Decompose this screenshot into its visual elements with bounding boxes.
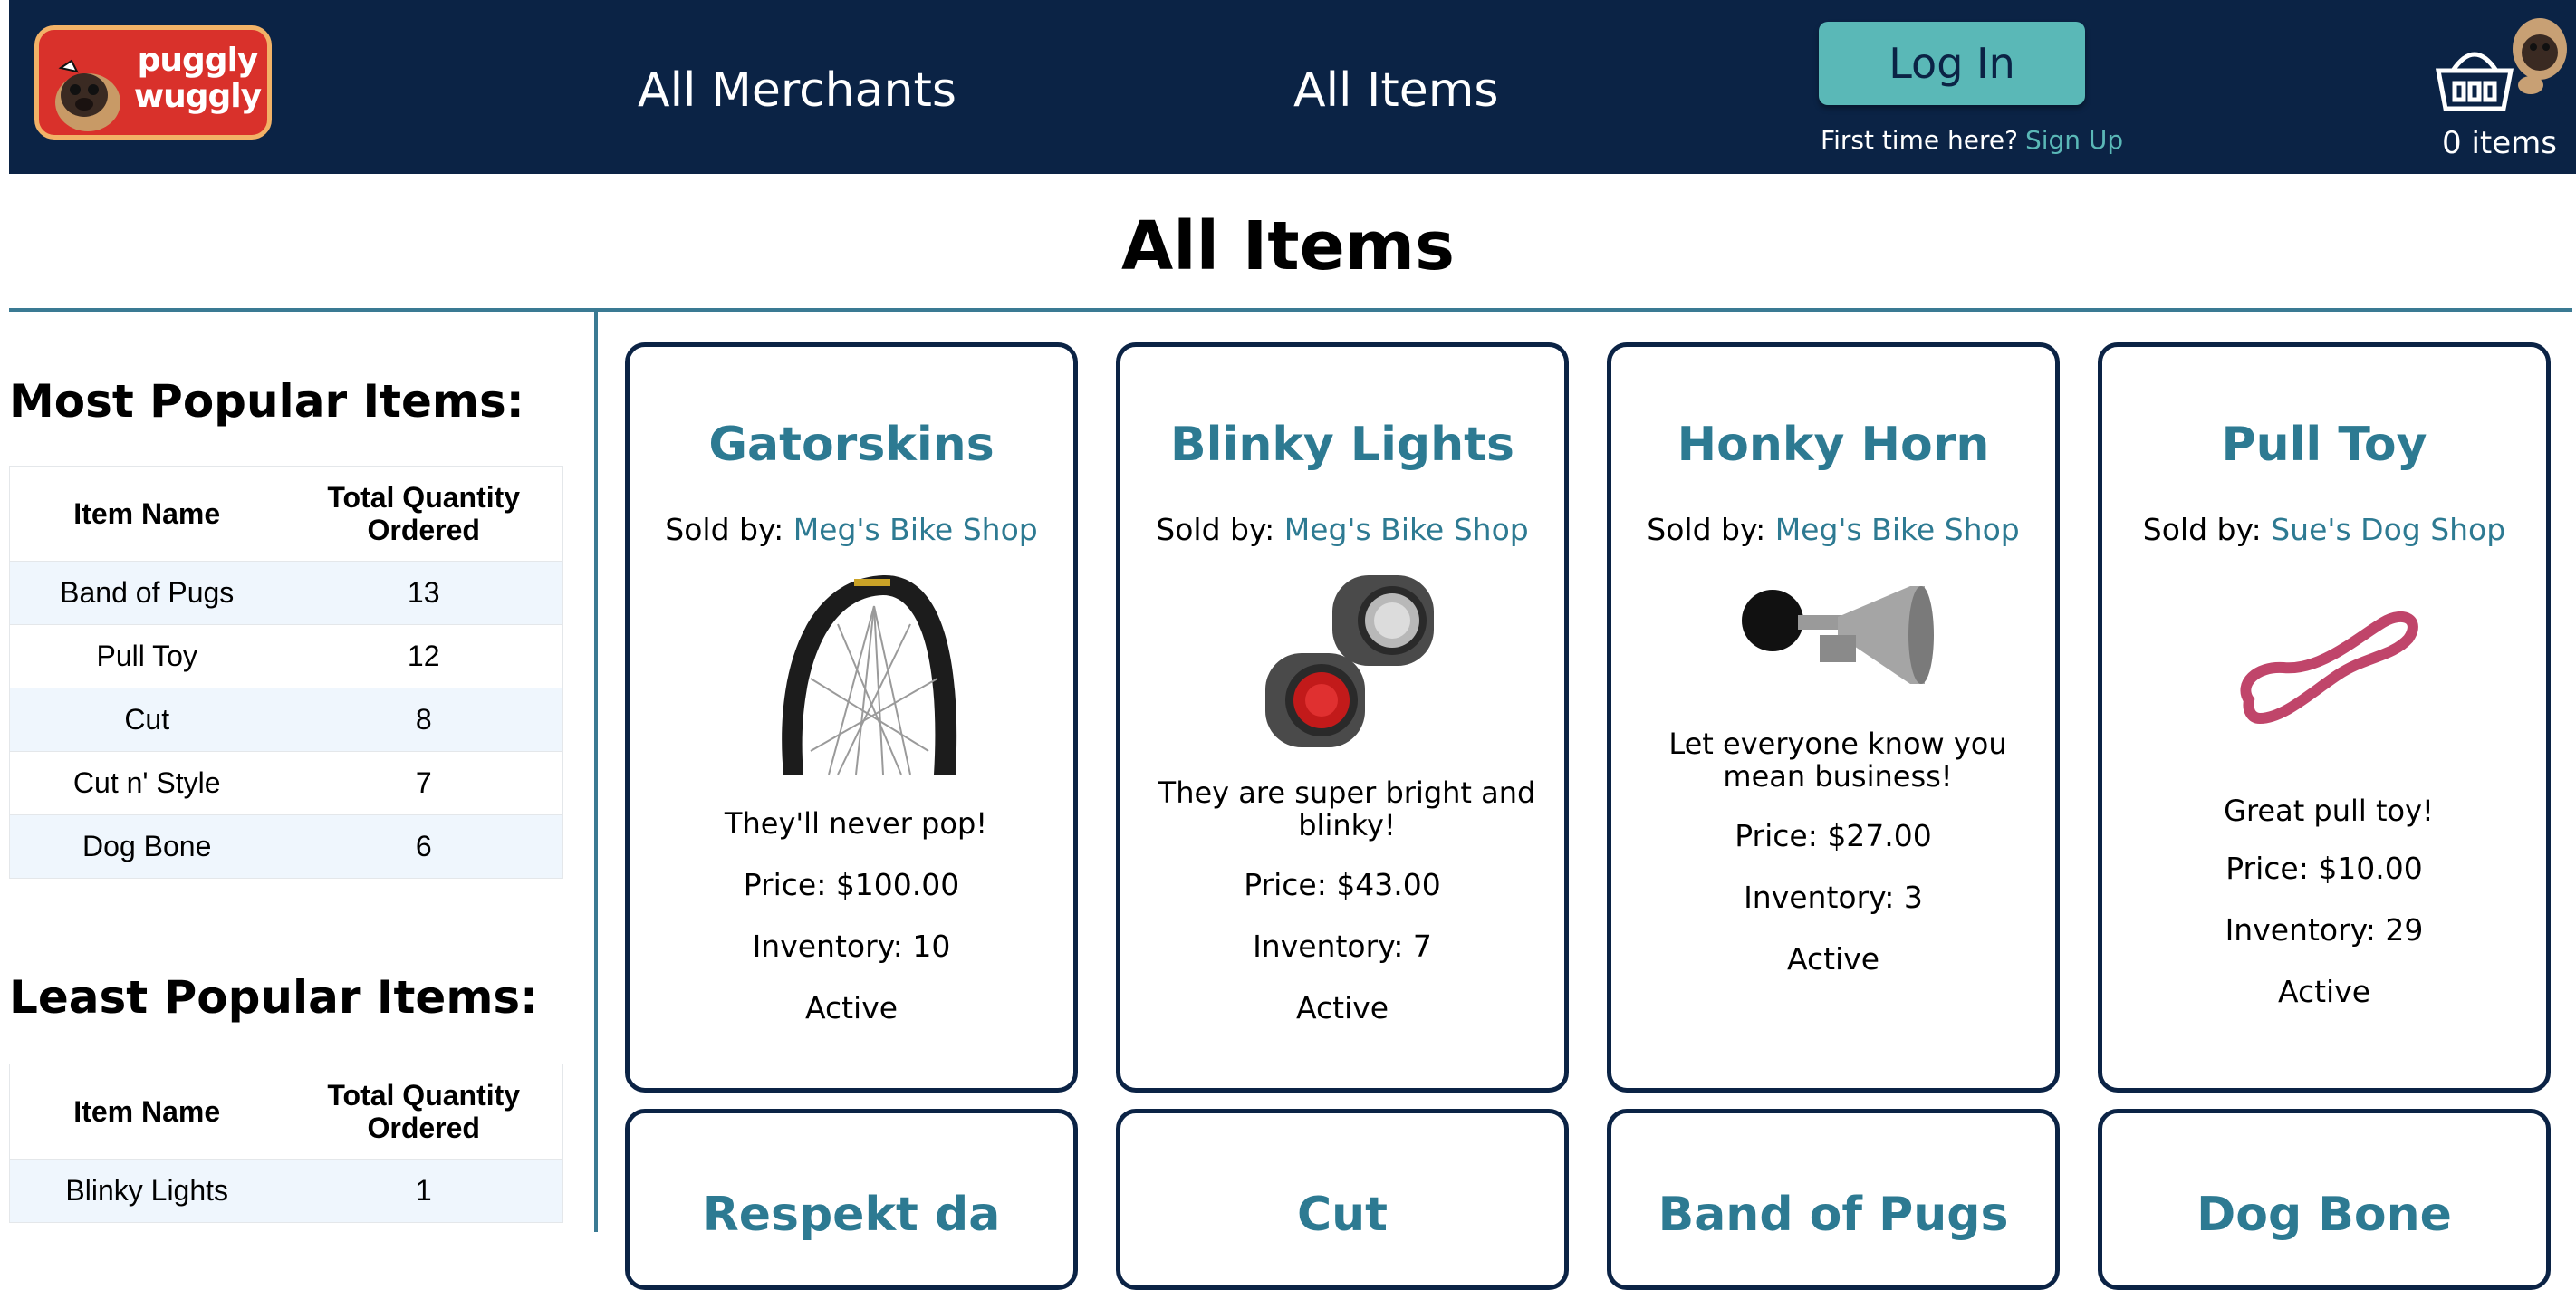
item-name-cell: Pull Toy [8,624,285,688]
quantity-cell: 12 [284,624,563,688]
logo-line-1: puggly [137,42,259,79]
sold-by-line: Sold by: Sue's Dog Shop [2102,512,2546,548]
item-inventory: Inventory: 10 [752,929,951,964]
item-price: Price: $10.00 [2225,851,2423,886]
item-name-link[interactable]: Respekt da [630,1186,1073,1244]
quantity-cell: 1 [284,1159,563,1223]
least-popular-heading: Least Popular Items: [9,971,539,1024]
item-card: Respekt da [625,1109,1078,1290]
least-popular-table: Item Name Total Quantity Ordered Blinky … [8,1064,563,1223]
log-in-button[interactable]: Log In [1819,22,2085,105]
item-name-cell: Band of Pugs [8,561,285,625]
column-header-item-name: Item Name [8,1064,285,1160]
item-name-cell: Cut n' Style [8,751,285,815]
item-price: Price: $100.00 [743,867,960,902]
bike-lights-image [1265,575,1434,747]
first-time-text: First time here? [1821,125,2018,155]
item-price: Price: $43.00 [1244,867,1441,902]
sold-by-label: Sold by: [1156,512,1275,547]
table-header-row: Item Name Total Quantity Ordered [8,466,563,562]
column-header-total-quantity: Total Quantity Ordered [284,466,563,562]
item-description: Great pull toy! [2224,794,2434,828]
table-row: Cut n' Style 7 [8,751,563,815]
title-divider [9,308,2572,312]
table-row: Pull Toy 12 [8,624,563,688]
item-card: Honky Horn Sold by: Meg's Bike Shop Let … [1607,342,2060,1093]
item-name-cell: Cut [8,688,285,752]
most-popular-heading: Most Popular Items: [9,375,524,428]
item-name-link[interactable]: Band of Pugs [1611,1186,2055,1244]
quantity-cell: 6 [284,814,563,879]
item-name-link[interactable]: Honky Horn [1611,416,2055,474]
table-row: Blinky Lights 1 [8,1159,563,1223]
puggly-wuggly-logo[interactable]: puggly wuggly [34,25,272,140]
merchant-link[interactable]: Meg's Bike Shop [793,512,1038,547]
sold-by-line: Sold by: Meg's Bike Shop [1120,512,1564,548]
merchant-link[interactable]: Meg's Bike Shop [1284,512,1529,547]
item-inventory: Inventory: 3 [1744,880,1923,915]
item-name-cell: Blinky Lights [8,1159,285,1223]
page-title: All Items [1120,207,1455,285]
item-name-link[interactable]: Gatorskins [630,416,1073,474]
item-inventory: Inventory: 29 [2225,912,2424,948]
merchant-link[interactable]: Sue's Dog Shop [2271,512,2505,547]
quantity-cell: 8 [284,688,563,752]
logo-text: puggly wuggly [130,43,265,115]
sold-by-label: Sold by: [665,512,784,547]
quantity-cell: 13 [284,561,563,625]
item-description: Let everyone know you mean business! [1668,727,2007,794]
item-status: Active [2277,974,2371,1009]
table-row: Cut 8 [8,688,563,752]
table-row: Band of Pugs 13 [8,561,563,625]
item-status: Active [1786,941,1880,977]
bike-horn-image [1742,586,1934,684]
column-header-item-name: Item Name [8,466,285,562]
sold-by-line: Sold by: Meg's Bike Shop [1611,512,2055,548]
item-name-link[interactable]: Dog Bone [2102,1186,2546,1244]
sold-by-label: Sold by: [2142,512,2262,547]
cart-basket-icon[interactable] [2433,7,2576,116]
column-header-total-quantity: Total Quantity Ordered [284,1064,563,1160]
first-time-prompt: First time here? Sign Up [1821,125,2123,155]
item-status: Active [1295,990,1389,1025]
item-card: Dog Bone [2098,1109,2551,1290]
item-description: They'll never pop! [724,806,988,841]
item-card: Cut [1116,1109,1569,1290]
sidebar-divider [594,312,598,1232]
item-price: Price: $27.00 [1735,818,1932,853]
nav-all-items-link[interactable]: All Items [1293,62,1498,120]
item-name-link[interactable]: Pull Toy [2102,416,2546,474]
item-inventory: Inventory: 7 [1253,929,1432,964]
item-name-link[interactable]: Blinky Lights [1120,416,1564,474]
merchant-link[interactable]: Meg's Bike Shop [1775,512,2020,547]
item-card: Pull Toy Sold by: Sue's Dog Shop Great p… [2098,342,2551,1093]
cart-item-count: 0 items [2442,125,2557,161]
item-name-cell: Dog Bone [8,814,285,879]
nav-all-merchants-link[interactable]: All Merchants [638,62,956,120]
quantity-cell: 7 [284,751,563,815]
item-description: They are super bright and blinky! [1158,775,1536,842]
sold-by-label: Sold by: [1647,512,1766,547]
table-header-row: Item Name Total Quantity Ordered [8,1064,563,1160]
table-row: Dog Bone 6 [8,814,563,879]
pull-toy-image [2240,611,2418,725]
top-nav-bar: puggly wuggly All Merchants All Items Lo… [9,0,2576,174]
bike-tire-image [782,574,957,775]
item-card: Band of Pugs [1607,1109,2060,1290]
item-status: Active [804,990,899,1025]
logo-line-2: wuggly [133,78,262,115]
most-popular-table: Item Name Total Quantity Ordered Band of… [8,466,563,879]
item-card: Gatorskins Sold by: Meg's Bike Shop They… [625,342,1078,1093]
sold-by-line: Sold by: Meg's Bike Shop [630,512,1073,548]
sign-up-link[interactable]: Sign Up [2025,125,2123,155]
item-card: Blinky Lights Sold by: Meg's Bike Shop T… [1116,342,1569,1093]
item-name-link[interactable]: Cut [1120,1186,1564,1244]
pug-icon [55,59,120,131]
